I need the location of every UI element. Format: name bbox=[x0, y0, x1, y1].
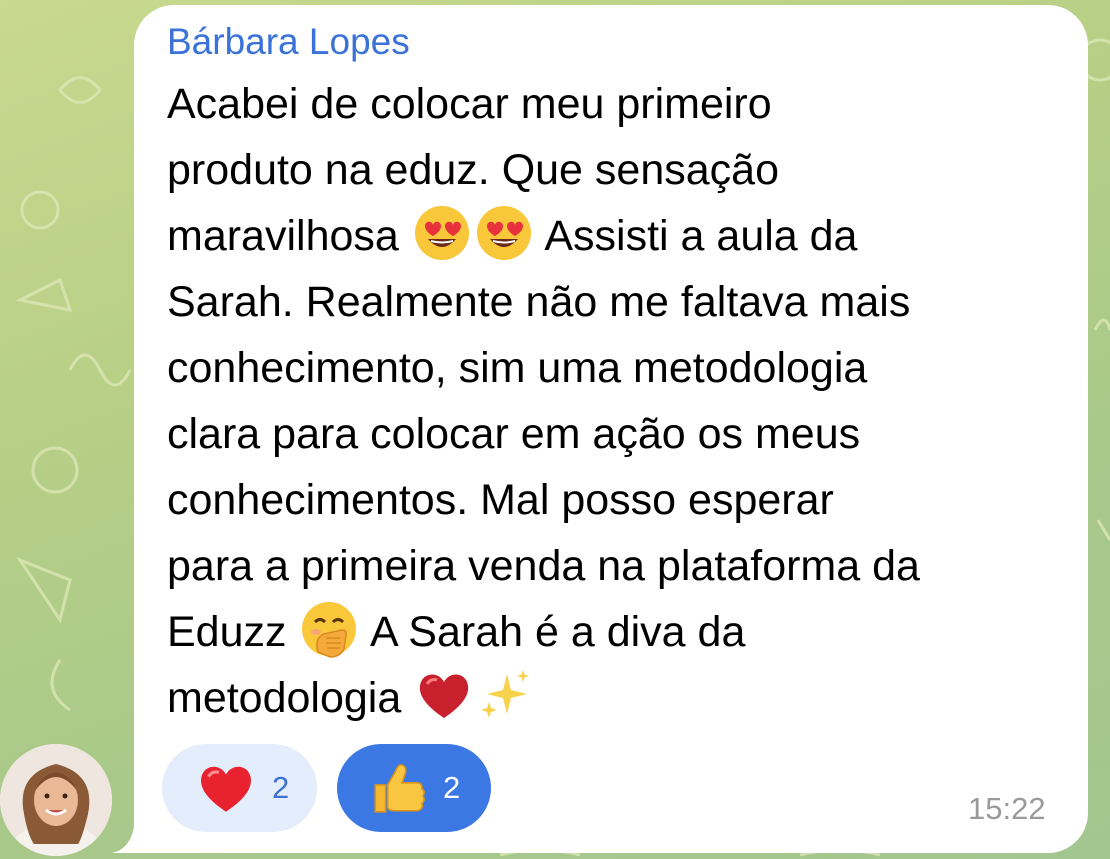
message-line: maravilhosa Assisti a aula da bbox=[167, 203, 1067, 269]
message-line: Eduzz A Sarah é a diva da bbox=[167, 599, 1067, 665]
reaction-heart-button[interactable]: 2 bbox=[162, 744, 317, 832]
message-line: conhecimentos. Mal posso esperar bbox=[167, 476, 834, 524]
message-line-part: A Sarah é a diva da bbox=[370, 608, 746, 656]
message-line-part: metodologia bbox=[167, 674, 402, 722]
sender-name[interactable]: Bárbara Lopes bbox=[167, 18, 410, 66]
sender-avatar[interactable] bbox=[0, 744, 112, 856]
message-line: Sarah. Realmente não me faltava mais bbox=[167, 278, 911, 326]
reaction-thumbs-up-button[interactable]: 2 bbox=[337, 744, 491, 832]
message-line: conhecimento, sim uma metodologia bbox=[167, 344, 868, 392]
message-line: Acabei de colocar meu primeiro bbox=[167, 80, 772, 128]
heart-eyes-emoji bbox=[413, 204, 471, 262]
red-heart-emoji bbox=[415, 666, 473, 724]
reaction-count: 2 bbox=[272, 770, 290, 805]
message-text: Acabei de colocar meu primeiro produto n… bbox=[167, 71, 1067, 731]
message-line-part: Assisti a aula da bbox=[544, 212, 858, 260]
heart-eyes-emoji bbox=[475, 204, 533, 262]
message-timestamp: 15:22 bbox=[968, 791, 1046, 826]
message-line: metodologia bbox=[167, 665, 1067, 731]
message-line-part: Eduzz bbox=[167, 608, 287, 656]
message-line: clara para colocar em ação os meus bbox=[167, 410, 861, 458]
thumbs-up-icon bbox=[374, 764, 425, 813]
red-heart-icon bbox=[201, 766, 251, 812]
reaction-count: 2 bbox=[443, 770, 461, 805]
message-line-part: maravilhosa bbox=[167, 212, 399, 260]
message-line: produto na eduz. Que sensação bbox=[167, 146, 779, 194]
message-line: para a primeira venda na plataforma da bbox=[167, 542, 920, 590]
hand-over-mouth-emoji bbox=[300, 600, 358, 658]
sparkles-emoji bbox=[477, 666, 535, 724]
